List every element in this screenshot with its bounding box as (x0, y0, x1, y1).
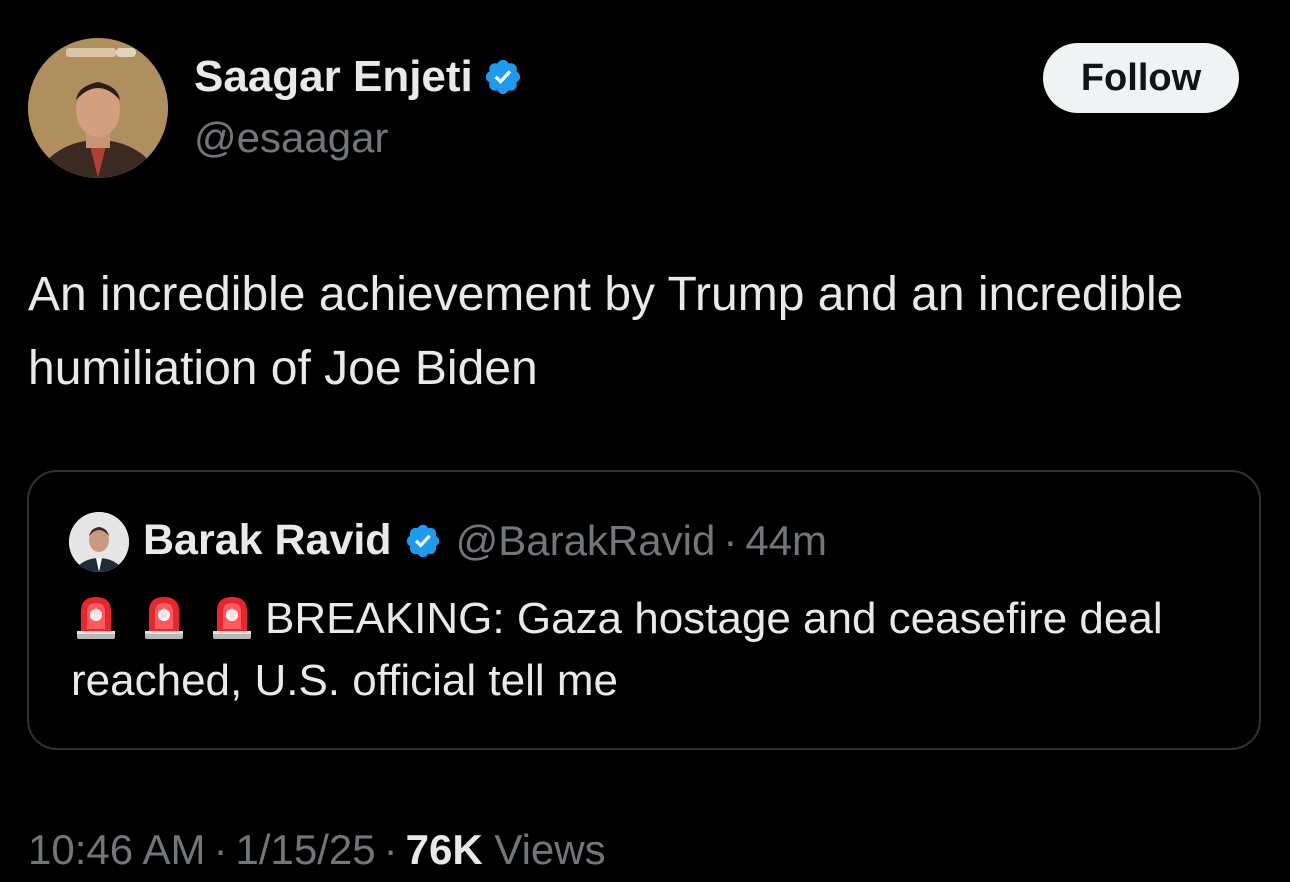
author-name[interactable]: Saagar Enjeti (194, 52, 473, 102)
tweet-date[interactable]: 1/15/25 (235, 826, 375, 873)
siren-icon (213, 597, 251, 639)
quoted-tweet-card[interactable]: Barak Ravid @BarakRavid · 44m BREAKING: … (27, 470, 1261, 750)
verified-badge-icon (485, 59, 520, 95)
quoted-tweet-text: BREAKING: Gaza hostage and ceasefire dea… (71, 588, 1241, 712)
quoted-author-name[interactable]: Barak Ravid (143, 516, 392, 565)
views-count[interactable]: 76K (406, 826, 483, 873)
quoted-tweet-time[interactable]: 44m (745, 517, 827, 565)
quoted-author-avatar[interactable] (69, 512, 129, 572)
separator-dot: · (383, 826, 398, 873)
quoted-tweet-header: Barak Ravid @BarakRavid · 44m (143, 516, 827, 565)
siren-icon (77, 597, 115, 639)
follow-button[interactable]: Follow (1043, 43, 1239, 113)
author-handle[interactable]: @esaagar (194, 114, 388, 162)
siren-icon (145, 597, 183, 639)
separator-dot: · (213, 826, 228, 873)
quoted-author-handle[interactable]: @BarakRavid (456, 517, 716, 565)
author-avatar[interactable] (28, 38, 168, 178)
author-name-row[interactable]: Saagar Enjeti (194, 52, 523, 102)
tweet-meta: 10:46 AM · 1/15/25 · 76K Views (28, 826, 606, 874)
verified-badge-icon (406, 524, 439, 557)
tweet-time[interactable]: 10:46 AM (28, 826, 205, 873)
tweet-text: An incredible achievement by Trump and a… (28, 268, 1184, 395)
views-label: Views (494, 826, 606, 873)
separator-dot: · (723, 516, 738, 564)
